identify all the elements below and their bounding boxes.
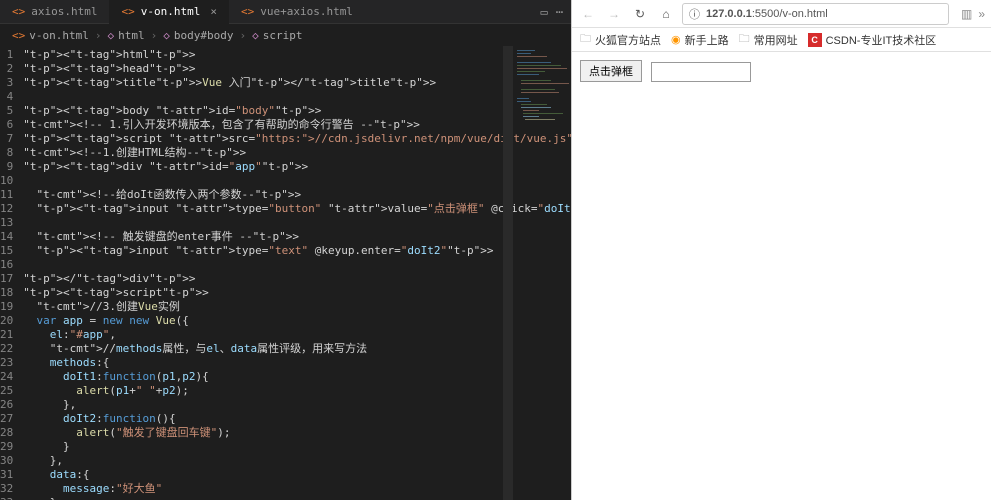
scrollbar-vertical[interactable]	[503, 46, 513, 500]
bookmark-common-urls[interactable]: 🗀常用网址	[739, 30, 798, 49]
reload-button[interactable]: ↻	[630, 4, 650, 24]
tab-vue-axios[interactable]: <>vue+axios.html	[229, 0, 365, 24]
html-file-icon: <>	[121, 5, 134, 18]
folder-icon: 🗀	[580, 30, 591, 49]
address-bar[interactable]: ⓘ 127.0.0.1:5500/v-on.html	[682, 3, 949, 25]
firefox-icon: ◉	[671, 33, 681, 46]
split-editor-icon[interactable]: ▭	[541, 5, 548, 19]
code-area[interactable]: 1234567891011121314151617181920212223242…	[0, 46, 571, 500]
html-file-icon: <>	[12, 29, 25, 42]
tag-icon: ◇	[163, 29, 170, 42]
bookmarks-bar: 🗀火狐官方站点 ◉新手上路 🗀常用网址 CCSDN-专业IT技术社区	[572, 28, 991, 52]
browser: ← → ↻ ⌂ ⓘ 127.0.0.1:5500/v-on.html ▥ » 🗀…	[571, 0, 991, 500]
html-file-icon: <>	[12, 5, 25, 18]
tag-icon: ◇	[107, 29, 114, 42]
info-icon[interactable]: ⓘ	[689, 6, 700, 22]
bookmark-getting-started[interactable]: ◉新手上路	[671, 32, 729, 48]
minimap[interactable]	[515, 46, 571, 146]
bookmark-csdn[interactable]: CCSDN-专业IT技术社区	[808, 32, 937, 48]
code-content[interactable]: "t-p"><"t-tag">html"t-p">>"t-p"><"t-tag"…	[23, 46, 571, 500]
csdn-icon: C	[808, 33, 822, 47]
tab-axios[interactable]: <>axios.html	[0, 0, 109, 24]
breadcrumb-body[interactable]: ◇body#body	[163, 29, 233, 42]
url-path: :5500/v-on.html	[752, 8, 828, 20]
menu-chevron-icon[interactable]: »	[978, 7, 985, 21]
home-button[interactable]: ⌂	[656, 4, 676, 24]
url-host: 127.0.0.1	[706, 8, 752, 20]
tag-icon: ◇	[252, 29, 259, 42]
html-file-icon: <>	[241, 5, 254, 18]
folder-icon: 🗀	[739, 30, 750, 49]
click-popup-button[interactable]	[580, 60, 642, 82]
reader-icon[interactable]: ▥	[961, 7, 972, 21]
more-icon[interactable]: ⋯	[556, 5, 563, 19]
bookmark-firefox-official[interactable]: 🗀火狐官方站点	[580, 30, 661, 49]
back-button[interactable]: ←	[578, 4, 598, 24]
breadcrumb-script[interactable]: ◇script	[252, 29, 302, 42]
browser-toolbar: ← → ↻ ⌂ ⓘ 127.0.0.1:5500/v-on.html ▥ »	[572, 0, 991, 28]
text-input[interactable]	[651, 62, 751, 82]
page-content	[572, 52, 991, 500]
breadcrumb-html[interactable]: ◇html	[107, 29, 144, 42]
breadcrumb-file[interactable]: <>v-on.html	[12, 29, 89, 42]
code-editor: <>axios.html <>v-on.html× <>vue+axios.ht…	[0, 0, 571, 500]
editor-tabs: <>axios.html <>v-on.html× <>vue+axios.ht…	[0, 0, 571, 24]
breadcrumb: <>v-on.html › ◇html › ◇body#body › ◇scri…	[0, 24, 571, 46]
close-icon[interactable]: ×	[210, 5, 217, 18]
line-numbers: 1234567891011121314151617181920212223242…	[0, 46, 23, 500]
forward-button[interactable]: →	[604, 4, 624, 24]
tab-v-on[interactable]: <>v-on.html×	[109, 0, 228, 24]
